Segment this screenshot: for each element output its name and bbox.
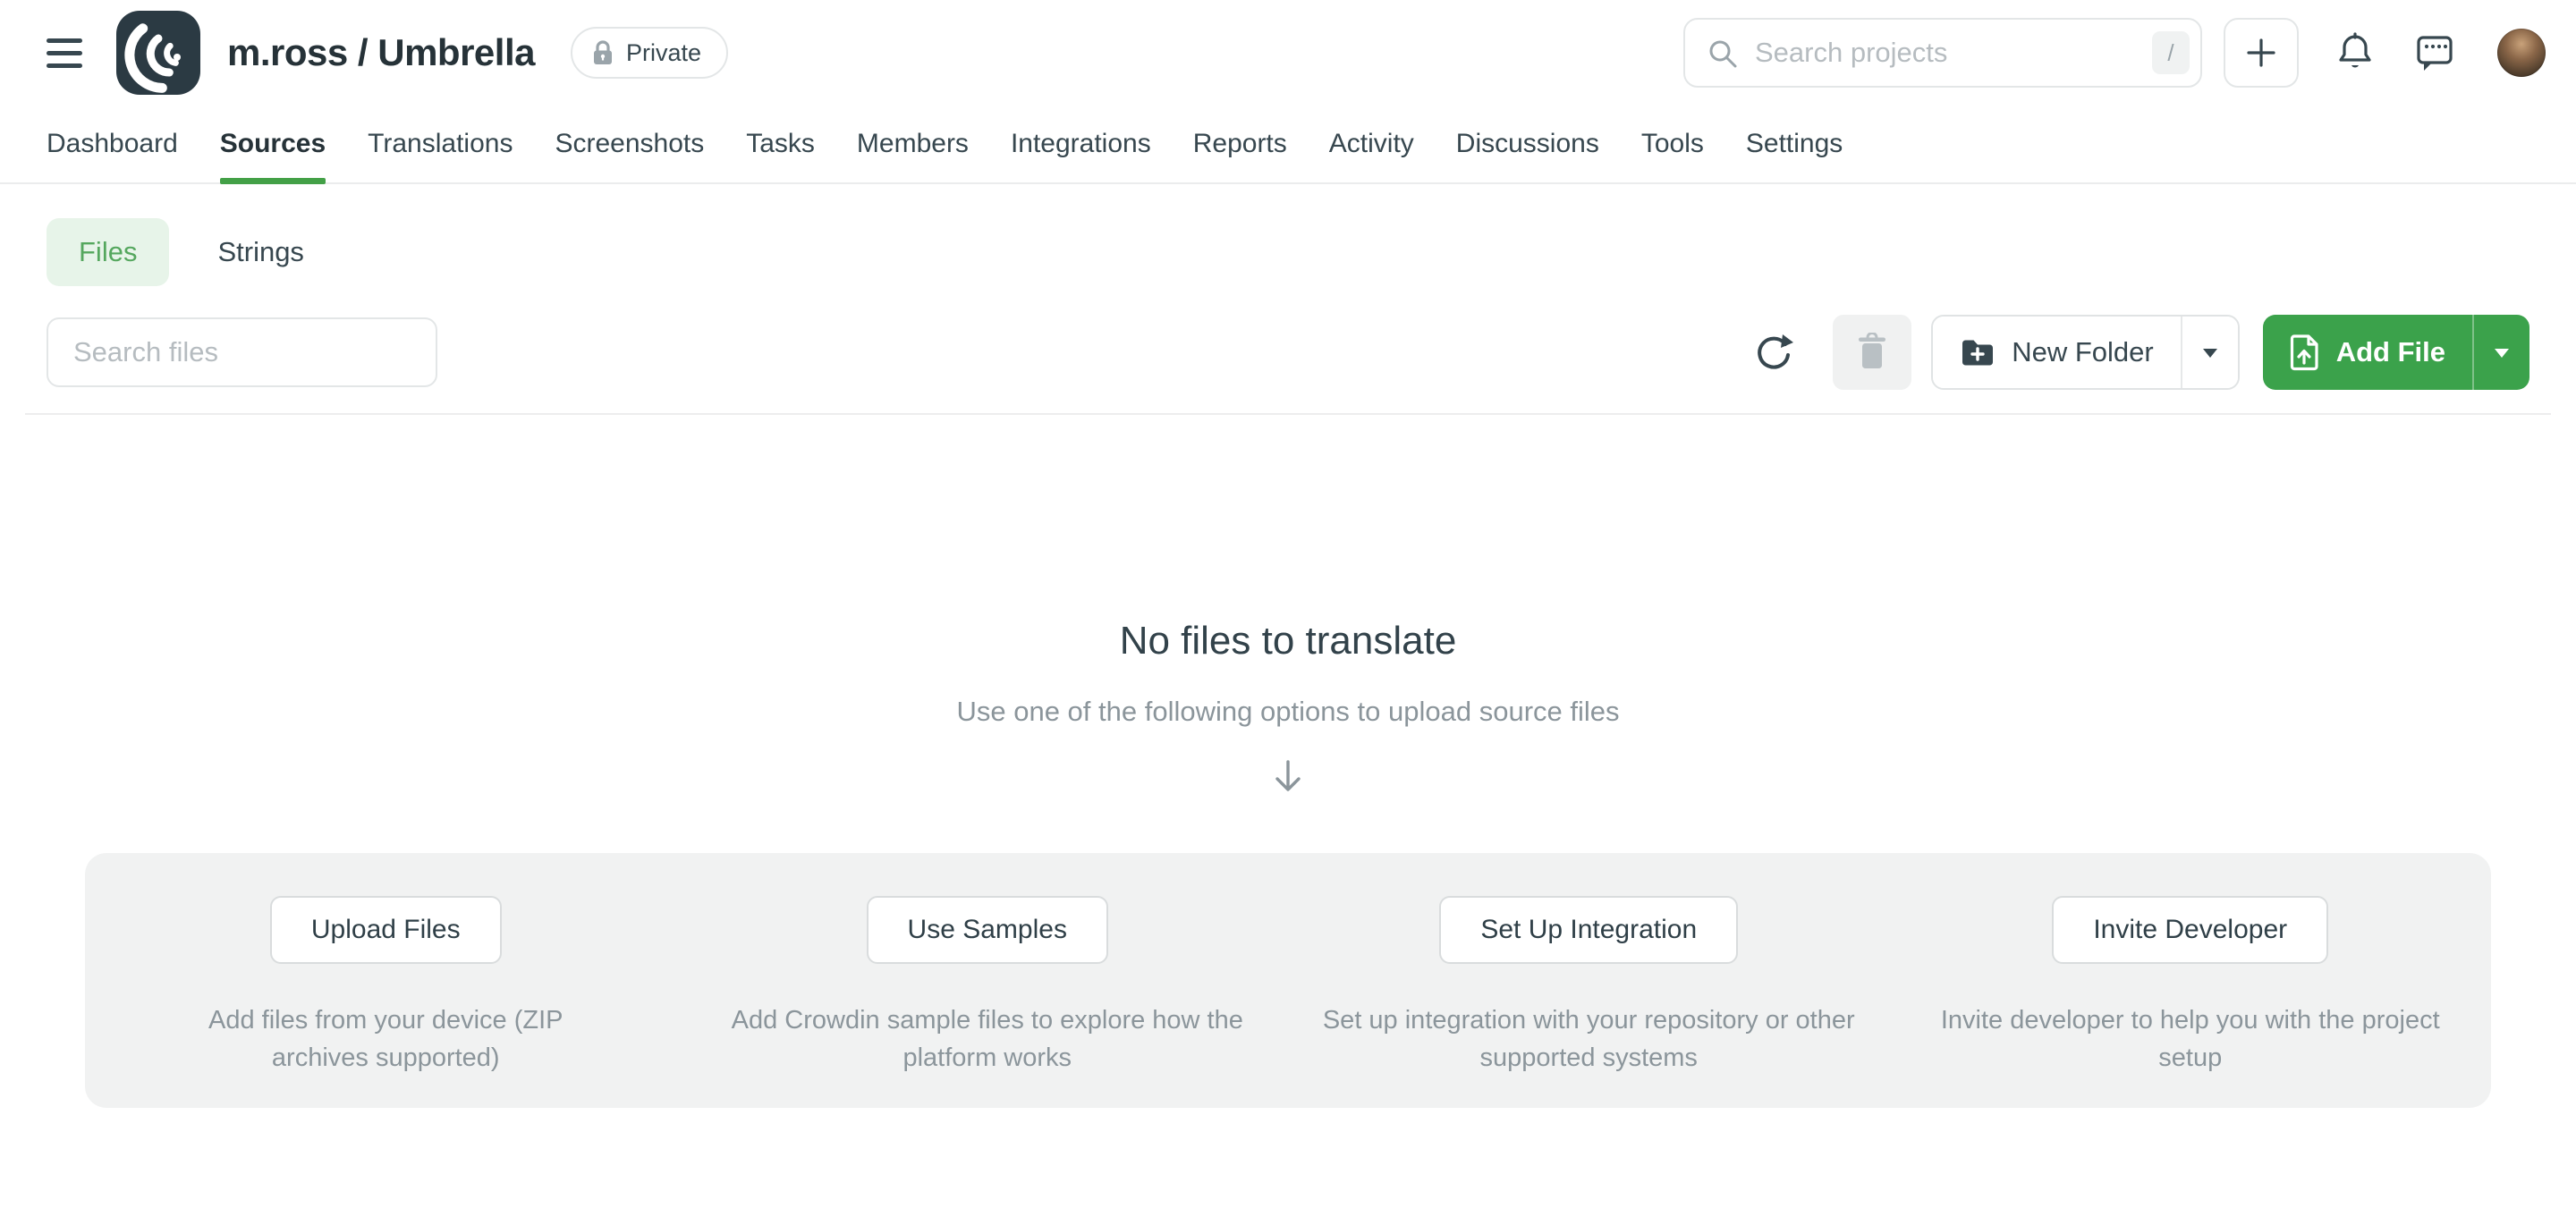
tab-translations[interactable]: Translations: [368, 106, 513, 182]
use-samples-option: Use Samples Add Crowdin sample files to …: [687, 853, 1289, 1077]
delete-button[interactable]: [1833, 315, 1911, 390]
tab-tools[interactable]: Tools: [1641, 106, 1704, 182]
refresh-button[interactable]: [1750, 329, 1797, 376]
add-file-label: Add File: [2336, 336, 2445, 368]
tab-sources[interactable]: Sources: [220, 106, 326, 182]
user-avatar[interactable]: [2497, 29, 2546, 77]
tab-members[interactable]: Members: [857, 106, 969, 182]
empty-state: No files to translate Use one of the fol…: [47, 619, 2529, 798]
sources-subtabs: Files Strings: [47, 218, 2529, 286]
tab-settings[interactable]: Settings: [1746, 106, 1843, 182]
new-folder-label: New Folder: [2012, 336, 2154, 368]
subtab-files[interactable]: Files: [47, 218, 169, 286]
invite-developer-button[interactable]: Invite Developer: [2052, 896, 2328, 964]
invite-developer-description: Invite developer to help you with the pr…: [1931, 1001, 2450, 1077]
file-upload-icon: [2290, 334, 2320, 371]
use-samples-description: Add Crowdin sample files to explore how …: [728, 1001, 1247, 1077]
project-breadcrumb-title: m.ross / Umbrella: [227, 31, 535, 74]
new-folder-split-button: New Folder: [1931, 315, 2240, 390]
set-up-integration-option: Set Up Integration Set up integration wi…: [1288, 853, 1890, 1077]
add-file-split-button: Add File: [2263, 315, 2529, 390]
global-search: /: [1683, 18, 2202, 88]
project-nav-tabs: Dashboard Sources Translations Screensho…: [0, 106, 2576, 184]
upload-files-option: Upload Files Add files from your device …: [85, 853, 687, 1077]
toolbar-divider: [25, 413, 2551, 415]
bell-icon: [2336, 32, 2374, 73]
crowdin-logo-icon[interactable]: [116, 11, 200, 95]
search-shortcut-hint: /: [2152, 31, 2190, 74]
create-project-button[interactable]: [2224, 18, 2299, 88]
upload-files-button[interactable]: Upload Files: [270, 896, 502, 964]
privacy-badge-label: Private: [626, 39, 701, 67]
notifications-button[interactable]: [2336, 32, 2374, 73]
privacy-badge: Private: [571, 27, 728, 79]
add-file-dropdown-button[interactable]: [2472, 315, 2529, 390]
plus-icon: [2243, 35, 2279, 71]
tab-integrations[interactable]: Integrations: [1011, 106, 1151, 182]
arrow-down-icon: [47, 755, 2529, 798]
files-toolbar: New Folder Add File: [47, 315, 2529, 390]
invite-developer-option: Invite Developer Invite developer to hel…: [1890, 853, 2492, 1077]
search-files-input[interactable]: [47, 317, 437, 387]
hamburger-menu-icon[interactable]: [47, 35, 88, 71]
set-up-integration-description: Set up integration with your repository …: [1320, 1001, 1857, 1077]
refresh-icon: [1752, 331, 1795, 374]
chevron-down-icon: [2493, 347, 2511, 359]
set-up-integration-button[interactable]: Set Up Integration: [1439, 896, 1738, 964]
tab-tasks[interactable]: Tasks: [746, 106, 815, 182]
tab-discussions[interactable]: Discussions: [1456, 106, 1599, 182]
empty-state-title: No files to translate: [47, 619, 2529, 663]
tab-dashboard[interactable]: Dashboard: [47, 106, 178, 182]
top-bar: m.ross / Umbrella Private /: [0, 0, 2576, 106]
chat-bubble-icon: [2415, 33, 2454, 72]
search-projects-input[interactable]: [1683, 18, 2202, 88]
trash-icon: [1854, 333, 1890, 372]
add-file-button[interactable]: Add File: [2263, 315, 2472, 390]
tab-reports[interactable]: Reports: [1193, 106, 1287, 182]
subtab-strings[interactable]: Strings: [208, 218, 312, 286]
lock-icon: [590, 39, 615, 66]
tab-activity[interactable]: Activity: [1329, 106, 1414, 182]
upload-options-panel: Upload Files Add files from your device …: [85, 853, 2491, 1108]
folder-plus-icon: [1960, 337, 1996, 367]
tab-screenshots[interactable]: Screenshots: [555, 106, 704, 182]
use-samples-button[interactable]: Use Samples: [867, 896, 1108, 964]
upload-files-description: Add files from your device (ZIP archives…: [198, 1001, 573, 1077]
search-icon: [1707, 38, 1739, 70]
empty-state-subtitle: Use one of the following options to uplo…: [47, 696, 2529, 728]
sources-page: Files Strings: [0, 218, 2576, 1108]
new-folder-dropdown-button[interactable]: [2181, 317, 2238, 388]
messages-button[interactable]: [2415, 33, 2454, 72]
chevron-down-icon: [2201, 347, 2219, 359]
new-folder-button[interactable]: New Folder: [1933, 317, 2181, 388]
